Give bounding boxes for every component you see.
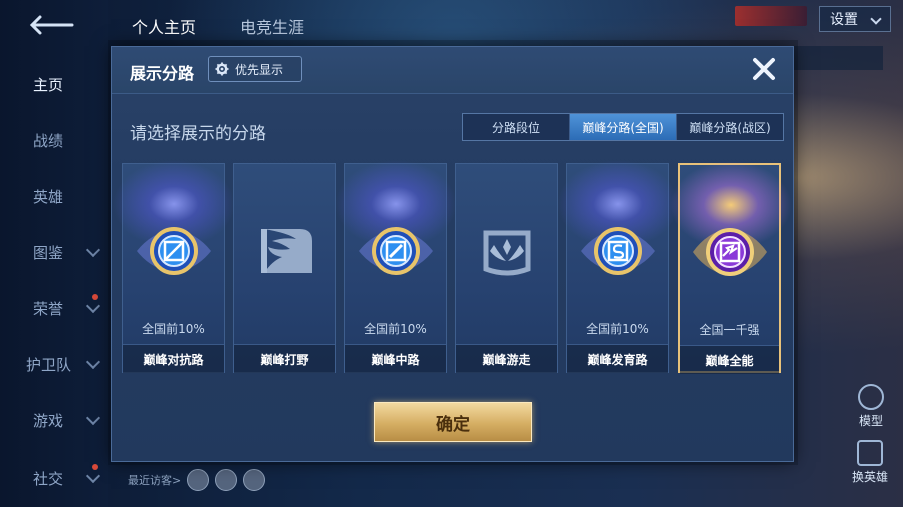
rank-text: 全国前10% bbox=[364, 322, 427, 336]
sword-emblem-icon bbox=[136, 227, 211, 275]
wand-emblem-icon bbox=[358, 227, 433, 275]
tab-profile[interactable]: 个人主页 bbox=[132, 14, 196, 38]
dragon-emblem-icon bbox=[260, 229, 312, 273]
lane-card-farm[interactable]: 全国前10% 巅峰发育路 bbox=[549, 154, 687, 373]
back-arrow-icon[interactable] bbox=[28, 14, 74, 36]
model-button[interactable]: 模型 bbox=[853, 384, 889, 429]
allround-emblem-icon bbox=[692, 228, 767, 276]
tab-peak-national[interactable]: 巅峰分路(全国) bbox=[570, 114, 677, 140]
chevron-down-icon bbox=[85, 468, 101, 484]
sidebar-item-home[interactable]: 主页 bbox=[0, 64, 108, 104]
sidebar-item-label: 护卫队 bbox=[26, 355, 72, 374]
lane-name: 巅峰全能 bbox=[680, 345, 779, 374]
close-icon[interactable] bbox=[749, 54, 779, 84]
sidebar-item-games[interactable]: 游戏 bbox=[0, 400, 108, 440]
lane-card-jungle[interactable]: 巅峰打野 bbox=[233, 163, 336, 373]
swap-label: 换英雄 bbox=[851, 470, 888, 484]
lane-card-mid[interactable]: 全国前10% 巅峰中路 bbox=[327, 154, 465, 373]
sidebar-item-label: 荣誉 bbox=[33, 299, 64, 318]
visitors-label: 最近访客> bbox=[128, 474, 182, 487]
swap-icon bbox=[857, 440, 883, 466]
sidebar-item-label: 战绩 bbox=[33, 131, 64, 150]
sidebar: 主页 战绩 英雄 图鉴 荣誉 护卫队 游戏 社交 bbox=[0, 0, 108, 507]
model-label: 模型 bbox=[858, 414, 883, 428]
target-emblem-icon bbox=[580, 227, 655, 275]
tab-esports[interactable]: 电竞生涯 bbox=[240, 14, 304, 38]
lane-name: 巅峰打野 bbox=[234, 344, 335, 373]
sidebar-item-label: 社交 bbox=[33, 469, 64, 488]
lane-type-tabs: 分路段位 巅峰分路(全国) 巅峰分路(战区) bbox=[462, 113, 784, 141]
lane-name: 巅峰游走 bbox=[456, 344, 557, 373]
tab-peak-region[interactable]: 巅峰分路(战区) bbox=[677, 114, 783, 140]
chevron-down-icon bbox=[85, 298, 101, 314]
priority-label: 优先显示 bbox=[235, 62, 284, 77]
sidebar-item-record[interactable]: 战绩 bbox=[0, 120, 108, 160]
sidebar-item-heroes[interactable]: 英雄 bbox=[0, 176, 108, 216]
sidebar-item-label: 主页 bbox=[33, 75, 64, 94]
recent-visitors[interactable]: 最近访客> bbox=[128, 467, 266, 493]
sidebar-item-label: 图鉴 bbox=[33, 243, 64, 262]
rank-text: 全国前10% bbox=[586, 322, 649, 336]
lane-cards: 全国前10% 巅峰对抗路 巅峰打野 全国前10% 巅峰中路 巅峰游走 全国前10… bbox=[105, 154, 800, 375]
swap-hero-button[interactable]: 换英雄 bbox=[847, 440, 893, 485]
settings-label: 设置 bbox=[830, 12, 858, 28]
chevron-down-icon bbox=[85, 410, 101, 426]
sidebar-item-label: 英雄 bbox=[33, 187, 64, 206]
avatar[interactable] bbox=[243, 469, 266, 491]
sidebar-item-guard[interactable]: 护卫队 bbox=[0, 344, 108, 384]
lane-name: 巅峰对抗路 bbox=[123, 344, 224, 373]
background-chip bbox=[793, 46, 883, 70]
confirm-button[interactable]: 确定 bbox=[374, 402, 532, 442]
vip-badge bbox=[735, 6, 807, 26]
sidebar-item-codex[interactable]: 图鉴 bbox=[0, 232, 108, 272]
lane-display-modal: 展示分路 优先显示 请选择展示的分路 分路段位 巅峰分路(全国) 巅峰分路(战区… bbox=[105, 46, 800, 462]
chevron-down-icon bbox=[870, 13, 882, 25]
lane-card-allround[interactable]: 全国一千强 巅峰全能 bbox=[662, 155, 800, 374]
sidebar-item-honor[interactable]: 荣誉 bbox=[0, 288, 108, 328]
person-icon bbox=[858, 384, 884, 410]
chevron-down-icon bbox=[85, 242, 101, 258]
avatar[interactable] bbox=[187, 469, 210, 491]
sidebar-item-social[interactable]: 社交 bbox=[0, 458, 108, 498]
modal-header: 展示分路 优先显示 bbox=[112, 47, 793, 94]
select-lane-prompt: 请选择展示的分路 bbox=[130, 124, 266, 144]
tab-lane-rank[interactable]: 分路段位 bbox=[463, 114, 570, 140]
settings-button[interactable]: 设置 bbox=[819, 6, 891, 32]
lane-card-roam[interactable]: 巅峰游走 bbox=[455, 163, 558, 373]
sidebar-item-label: 游戏 bbox=[33, 411, 64, 430]
lane-name: 巅峰中路 bbox=[345, 344, 446, 373]
chevron-down-icon bbox=[85, 354, 101, 370]
lane-name: 巅峰发育路 bbox=[567, 344, 668, 373]
modal-title: 展示分路 bbox=[130, 64, 195, 83]
rank-text: 全国一千强 bbox=[699, 323, 760, 337]
priority-display-button[interactable]: 优先显示 bbox=[208, 56, 302, 82]
rank-text: 全国前10% bbox=[142, 322, 205, 336]
lane-card-top[interactable]: 全国前10% 巅峰对抗路 bbox=[105, 154, 243, 373]
gear-icon bbox=[215, 62, 229, 76]
wings-emblem-icon bbox=[483, 230, 530, 276]
avatar[interactable] bbox=[215, 469, 238, 491]
